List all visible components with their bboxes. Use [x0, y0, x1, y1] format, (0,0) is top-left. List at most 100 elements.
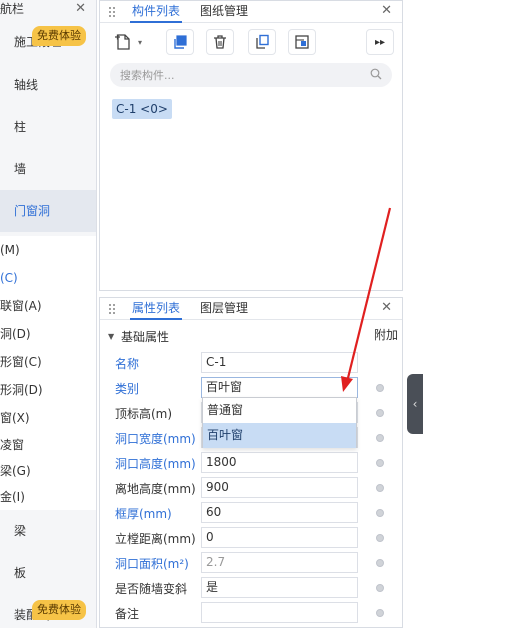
- layer-button[interactable]: [288, 29, 316, 55]
- property-label: 顶标高(m): [115, 407, 173, 421]
- category-dropdown-list: 普通窗 百叶窗: [202, 397, 357, 448]
- search-input[interactable]: [110, 63, 350, 87]
- nav-sub-combo-window[interactable]: 联窗(A): [0, 292, 96, 320]
- nav-item-axis[interactable]: 轴线: [0, 64, 96, 106]
- basic-properties-section[interactable]: ▼ 基础属性 附加: [100, 326, 402, 348]
- free-trial-badge: 免费体验: [32, 600, 86, 620]
- new-component-icon: [115, 34, 130, 50]
- nav-item-construction-section[interactable]: 施工段 免费体验: [0, 20, 96, 64]
- nav-item-prefabricated[interactable]: 装配式 免费体验: [0, 594, 96, 628]
- nav-item-label: 轴线: [14, 78, 39, 92]
- property-row-follow-wall-slope: 是否随墙变斜 是: [100, 576, 402, 601]
- chevron-down-icon[interactable]: ▾: [138, 38, 142, 47]
- tab-component-list[interactable]: 构件列表: [130, 1, 183, 23]
- duplicate-icon: [256, 34, 269, 49]
- nav-sub-wall-opening[interactable]: 洞(D): [0, 320, 96, 348]
- nav-item-label: 板: [14, 566, 27, 580]
- section-title: 基础属性: [121, 330, 170, 344]
- delete-icon: [214, 35, 226, 49]
- copy-button[interactable]: [166, 29, 194, 55]
- new-component-button[interactable]: ▾: [110, 29, 154, 55]
- nav-sub-door[interactable]: (M): [0, 236, 96, 264]
- category-select[interactable]: 百叶窗: [201, 377, 358, 398]
- nav-item-beam[interactable]: 梁: [0, 510, 96, 552]
- tab-property-list[interactable]: 属性列表: [130, 298, 183, 320]
- property-value-input[interactable]: 是: [201, 577, 358, 598]
- more-button[interactable]: ▸▸: [366, 29, 394, 55]
- nav-sub-corner-window[interactable]: 凌窗: [0, 432, 96, 458]
- nav-item-column[interactable]: 柱: [0, 106, 96, 148]
- nav-subitems: (M) (C) 联窗(A) 洞(D) 形窗(C) 形洞(D) 窗(X) 凌窗 梁…: [0, 236, 96, 510]
- property-panel-tabbar: 属性列表 图层管理 ✕: [100, 298, 402, 320]
- property-row-sill-height: 离地高度(mm) 900: [100, 476, 402, 501]
- search-icon[interactable]: [370, 68, 382, 80]
- property-value-input[interactable]: C-1: [201, 352, 358, 373]
- component-list-panel: 构件列表 图纸管理 ✕ ▾ ▸▸ 搜索构件... C-1 <0>: [99, 0, 403, 291]
- component-item[interactable]: C-1 <0>: [112, 99, 172, 119]
- nav-close-icon[interactable]: ✕: [75, 0, 86, 18]
- nav-item-label: 梁: [14, 524, 27, 538]
- more-icon: ▸▸: [374, 36, 386, 48]
- dropdown-option-louver-window[interactable]: 百叶窗: [203, 423, 356, 448]
- nav-header: 航栏 ✕: [0, 0, 96, 20]
- property-label: 离地高度(mm): [115, 482, 196, 496]
- property-label: 洞口面积(m²): [115, 557, 189, 571]
- append-checkbox[interactable]: [376, 509, 384, 517]
- property-value-input[interactable]: 1800: [201, 452, 358, 473]
- navigation-sidebar: 航栏 ✕ 施工段 免费体验 轴线 柱 墙 门窗洞 (M) (C) 联窗(A) 洞…: [0, 0, 97, 628]
- property-row-frame-offset: 立樘距离(mm) 0: [100, 526, 402, 551]
- duplicate-button[interactable]: [248, 29, 276, 55]
- free-trial-badge: 免费体验: [32, 26, 86, 46]
- property-value-readonly: 2.7: [201, 552, 358, 573]
- close-icon[interactable]: ✕: [381, 1, 392, 21]
- append-checkbox[interactable]: [376, 609, 384, 617]
- property-label: 框厚(mm): [115, 507, 172, 521]
- property-value-input[interactable]: 0: [201, 527, 358, 548]
- append-checkbox[interactable]: [376, 534, 384, 542]
- property-row-name: 名称 C-1: [100, 351, 402, 376]
- delete-button[interactable]: [206, 29, 234, 55]
- property-value-input[interactable]: [201, 602, 358, 623]
- append-checkbox[interactable]: [376, 384, 384, 392]
- property-value-input[interactable]: 900: [201, 477, 358, 498]
- nav-sub-window-sill[interactable]: 金(I): [0, 484, 96, 510]
- nav-title: 航栏: [0, 2, 25, 16]
- dropdown-option-normal-window[interactable]: 普通窗: [203, 398, 356, 423]
- property-label: 备注: [115, 607, 140, 621]
- nav-sub-window[interactable]: (C): [0, 264, 96, 292]
- nav-item-label: 门窗洞: [14, 204, 51, 218]
- nav-sub-lintel[interactable]: 梁(G): [0, 458, 96, 484]
- property-row-remarks: 备注: [100, 601, 402, 626]
- append-checkbox[interactable]: [376, 459, 384, 467]
- append-checkbox[interactable]: [376, 409, 384, 417]
- property-row-opening-area: 洞口面积(m²) 2.7: [100, 551, 402, 576]
- nav-item-label: 墙: [14, 162, 27, 176]
- drag-handle-icon[interactable]: [108, 6, 116, 18]
- property-value-input[interactable]: 60: [201, 502, 358, 523]
- collapse-arrow-icon[interactable]: ▼: [108, 326, 114, 348]
- property-label: 是否随墙变斜: [115, 582, 188, 596]
- property-row-opening-height: 洞口高度(mm) 1800: [100, 451, 402, 476]
- tab-layer-management[interactable]: 图层管理: [198, 298, 250, 320]
- nav-item-door-window-opening[interactable]: 门窗洞: [0, 190, 96, 232]
- property-label: 名称: [115, 357, 140, 371]
- component-panel-tabbar: 构件列表 图纸管理 ✕: [100, 1, 402, 23]
- drag-handle-icon[interactable]: [108, 303, 116, 315]
- append-checkbox[interactable]: [376, 584, 384, 592]
- append-checkbox[interactable]: [376, 434, 384, 442]
- append-checkbox[interactable]: [376, 484, 384, 492]
- collapse-handle[interactable]: ‹: [407, 374, 423, 434]
- nav-item-slab[interactable]: 板: [0, 552, 96, 594]
- nav-item-wall[interactable]: 墙: [0, 148, 96, 190]
- chevron-left-icon: ‹: [412, 397, 418, 411]
- nav-sub-window-x[interactable]: 窗(X): [0, 404, 96, 432]
- close-icon[interactable]: ✕: [381, 298, 392, 318]
- property-label: 立樘距离(mm): [115, 532, 196, 546]
- property-label: 洞口宽度(mm): [115, 432, 196, 446]
- tab-drawing-management[interactable]: 图纸管理: [198, 1, 250, 23]
- nav-sub-shaped-opening[interactable]: 形洞(D): [0, 376, 96, 404]
- nav-sub-bay-window[interactable]: 形窗(C): [0, 348, 96, 376]
- append-checkbox[interactable]: [376, 559, 384, 567]
- property-list-panel: 属性列表 图层管理 ✕ ▼ 基础属性 附加 名称 C-1 类别 百叶窗 顶标高(…: [99, 297, 403, 628]
- component-search: [110, 63, 392, 87]
